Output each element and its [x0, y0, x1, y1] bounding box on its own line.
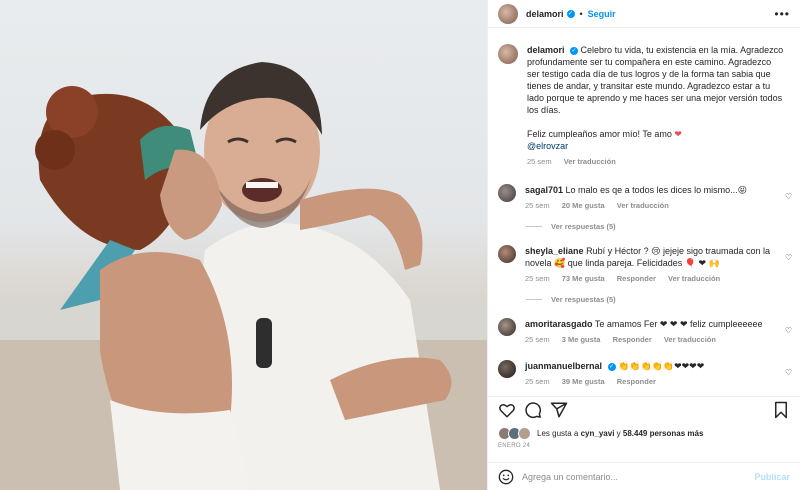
comment-icon[interactable]: [524, 401, 542, 419]
liker-avatar: [518, 427, 531, 440]
comment-meta: 25 sem 39 Me gusta Responder: [525, 376, 776, 388]
likes-prefix: Les gusta a: [537, 429, 579, 438]
heart-icon[interactable]: [498, 401, 516, 419]
comment-meta: 25 sem 3 Me gusta Responder Ver traducci…: [525, 334, 776, 346]
likes-count[interactable]: 58.449 personas más: [623, 429, 704, 438]
comment-input[interactable]: [522, 471, 755, 482]
caption-birthday: Feliz cumpleaños amor mío! Te amo: [527, 129, 672, 139]
separator-dot: •: [579, 8, 583, 19]
replies-line: [526, 299, 542, 300]
small-heart-icon[interactable]: ♡: [785, 192, 792, 201]
comment-item: sagal701 Lo malo es qe a todos les dices…: [498, 184, 792, 212]
likes-summary: Les gusta a cyn_yavi y 58.449 personas m…: [498, 427, 703, 440]
replies-line: [526, 226, 542, 227]
small-heart-icon[interactable]: ♡: [785, 368, 792, 377]
post-photo[interactable]: [0, 0, 487, 490]
comment-avatar[interactable]: [498, 245, 516, 263]
post-date: ENERO 24: [498, 443, 531, 449]
verified-badge-icon: ✓: [566, 9, 575, 18]
comment-item: amoritarasgado Te amamos Fer ❤ ❤ ❤ feliz…: [498, 318, 792, 346]
emoji-icon[interactable]: [498, 469, 514, 485]
translate-button[interactable]: Ver traducción: [668, 274, 720, 283]
comment-likes[interactable]: 3 Me gusta: [562, 335, 601, 344]
reply-button[interactable]: Responder: [613, 335, 652, 344]
reply-button[interactable]: Responder: [617, 274, 656, 283]
comment-text: sagal701 Lo malo es qe a todos les dices…: [525, 184, 776, 196]
comment-time: 25 sem: [525, 335, 550, 344]
instagram-post: delamori ✓ • Seguir ••• delamori ✓ Celeb…: [0, 0, 800, 490]
comment-item: juanmanuelbernal ✓ 👏👏👏👏👏❤❤❤❤ 25 sem 39 M…: [498, 360, 792, 388]
verified-badge-icon: ✓: [570, 46, 579, 55]
comment-time: 25 sem: [525, 201, 550, 210]
more-options-icon[interactable]: •••: [774, 7, 790, 21]
comment-text: sheyla_eliane Rubí y Héctor ? 😢 jejeje s…: [525, 245, 776, 269]
reply-button[interactable]: Responder: [617, 377, 656, 386]
comment-body: Lo malo es qe a todos les dices lo mismo…: [565, 185, 748, 195]
comment-body: Te amamos Fer ❤ ❤ ❤ feliz cumpleeeeee: [594, 319, 763, 329]
comment-body: 👏👏👏👏👏❤❤❤❤: [618, 361, 705, 371]
view-replies-label: Ver respuestas (5): [551, 295, 616, 304]
likes-middle: y: [616, 429, 621, 438]
add-comment-bar: Publicar: [488, 462, 800, 490]
comment-likes[interactable]: 73 Me gusta: [562, 274, 605, 283]
post-sidebar: delamori ✓ • Seguir ••• delamori ✓ Celeb…: [487, 0, 800, 490]
author-username[interactable]: delamori: [526, 9, 564, 19]
post-header: delamori ✓ • Seguir •••: [488, 0, 800, 28]
comment-likes[interactable]: 20 Me gusta: [562, 201, 605, 210]
comment-meta: 25 sem 20 Me gusta Ver traducción: [525, 200, 776, 212]
small-heart-icon[interactable]: ♡: [785, 253, 792, 262]
translate-button[interactable]: Ver traducción: [564, 157, 616, 166]
comment-text: juanmanuelbernal ✓ 👏👏👏👏👏❤❤❤❤: [525, 360, 776, 372]
caption: delamori ✓ Celebro tu vida, tu existenci…: [498, 44, 790, 168]
caption-username[interactable]: delamori: [527, 45, 565, 55]
heart-emoji: ❤: [674, 129, 682, 139]
comment-avatar[interactable]: [498, 318, 516, 336]
comment-avatar[interactable]: [498, 360, 516, 378]
author-avatar[interactable]: [498, 3, 518, 24]
mention-link[interactable]: @elrovzar: [527, 140, 786, 152]
comment-likes[interactable]: 39 Me gusta: [562, 377, 605, 386]
comment-username[interactable]: sagal701: [525, 185, 563, 195]
comment-username[interactable]: sheyla_eliane: [525, 246, 584, 256]
translate-button[interactable]: Ver traducción: [617, 201, 669, 210]
action-bar: [488, 396, 800, 422]
comments-list[interactable]: delamori ✓ Celebro tu vida, tu existenci…: [488, 40, 800, 392]
follow-button[interactable]: Seguir: [588, 9, 616, 19]
comment-time: 25 sem: [525, 377, 550, 386]
view-replies-button[interactable]: Ver respuestas (5): [526, 222, 790, 231]
small-heart-icon[interactable]: ♡: [785, 326, 792, 335]
caption-text-2: Feliz cumpleaños amor mío! Te amo ❤: [527, 128, 786, 140]
caption-avatar[interactable]: [498, 44, 518, 64]
liker-avatars[interactable]: [498, 427, 531, 440]
view-replies-label: Ver respuestas (5): [551, 222, 616, 231]
publish-button[interactable]: Publicar: [754, 472, 790, 482]
send-icon[interactable]: [550, 401, 568, 419]
comment-time: 25 sem: [525, 274, 550, 283]
view-replies-button[interactable]: Ver respuestas (5): [526, 295, 790, 304]
comment-username[interactable]: juanmanuelbernal: [525, 361, 602, 371]
caption-text: delamori ✓ Celebro tu vida, tu existenci…: [527, 44, 786, 116]
caption-meta: 25 sem Ver traducción: [527, 156, 786, 168]
caption-time: 25 sem: [527, 157, 552, 166]
comment-avatar[interactable]: [498, 184, 516, 202]
comment-item: sheyla_eliane Rubí y Héctor ? 😢 jejeje s…: [498, 245, 792, 285]
translate-button[interactable]: Ver traducción: [664, 335, 716, 344]
comment-username[interactable]: amoritarasgado: [525, 319, 593, 329]
couple-photo-illustration: [0, 62, 487, 490]
likes-user[interactable]: cyn_yavi: [581, 429, 615, 438]
caption-body: Celebro tu vida, tu existencia en la mía…: [527, 45, 784, 115]
bookmark-icon[interactable]: [772, 401, 790, 419]
comment-meta: 25 sem 73 Me gusta Responder Ver traducc…: [525, 273, 776, 285]
verified-badge-icon: ✓: [607, 362, 616, 371]
comment-text: amoritarasgado Te amamos Fer ❤ ❤ ❤ feliz…: [525, 318, 776, 330]
